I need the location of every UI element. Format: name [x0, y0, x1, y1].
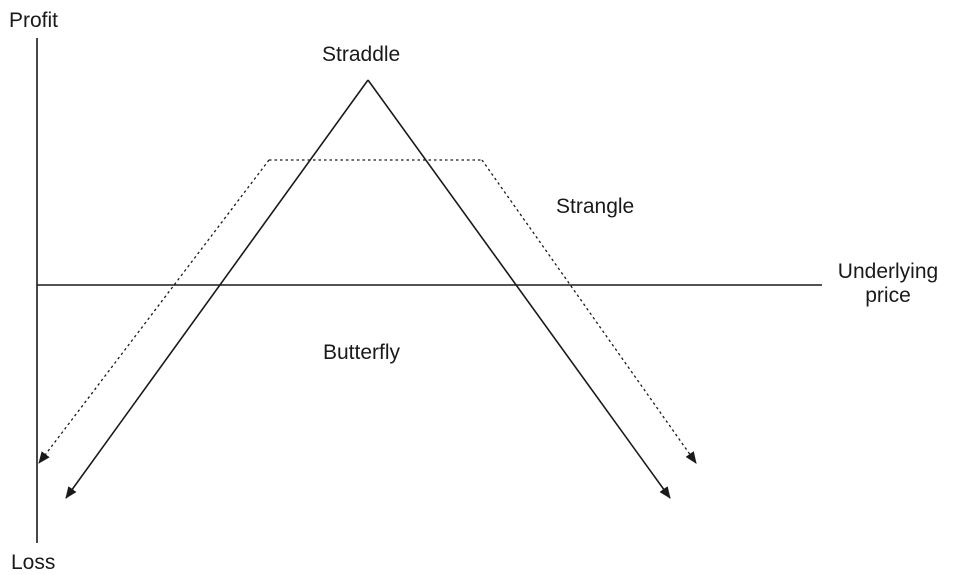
payoff-diagram	[36, 38, 822, 543]
straddle-left-line	[65, 79, 369, 499]
butterfly-label: Butterfly	[323, 341, 401, 364]
straddle-label: Straddle	[322, 43, 401, 66]
loss-label: Loss	[11, 551, 56, 574]
underlying-price-label: Underlying price	[826, 260, 950, 308]
strangle-left-line	[38, 159, 270, 464]
profit-label: Profit	[9, 9, 59, 32]
strangle-label: Strangle	[556, 195, 635, 218]
underlying-label-line1: Underlying	[837, 260, 939, 283]
underlying-label-line2: price	[865, 284, 911, 307]
straddle-right-line	[367, 79, 671, 499]
